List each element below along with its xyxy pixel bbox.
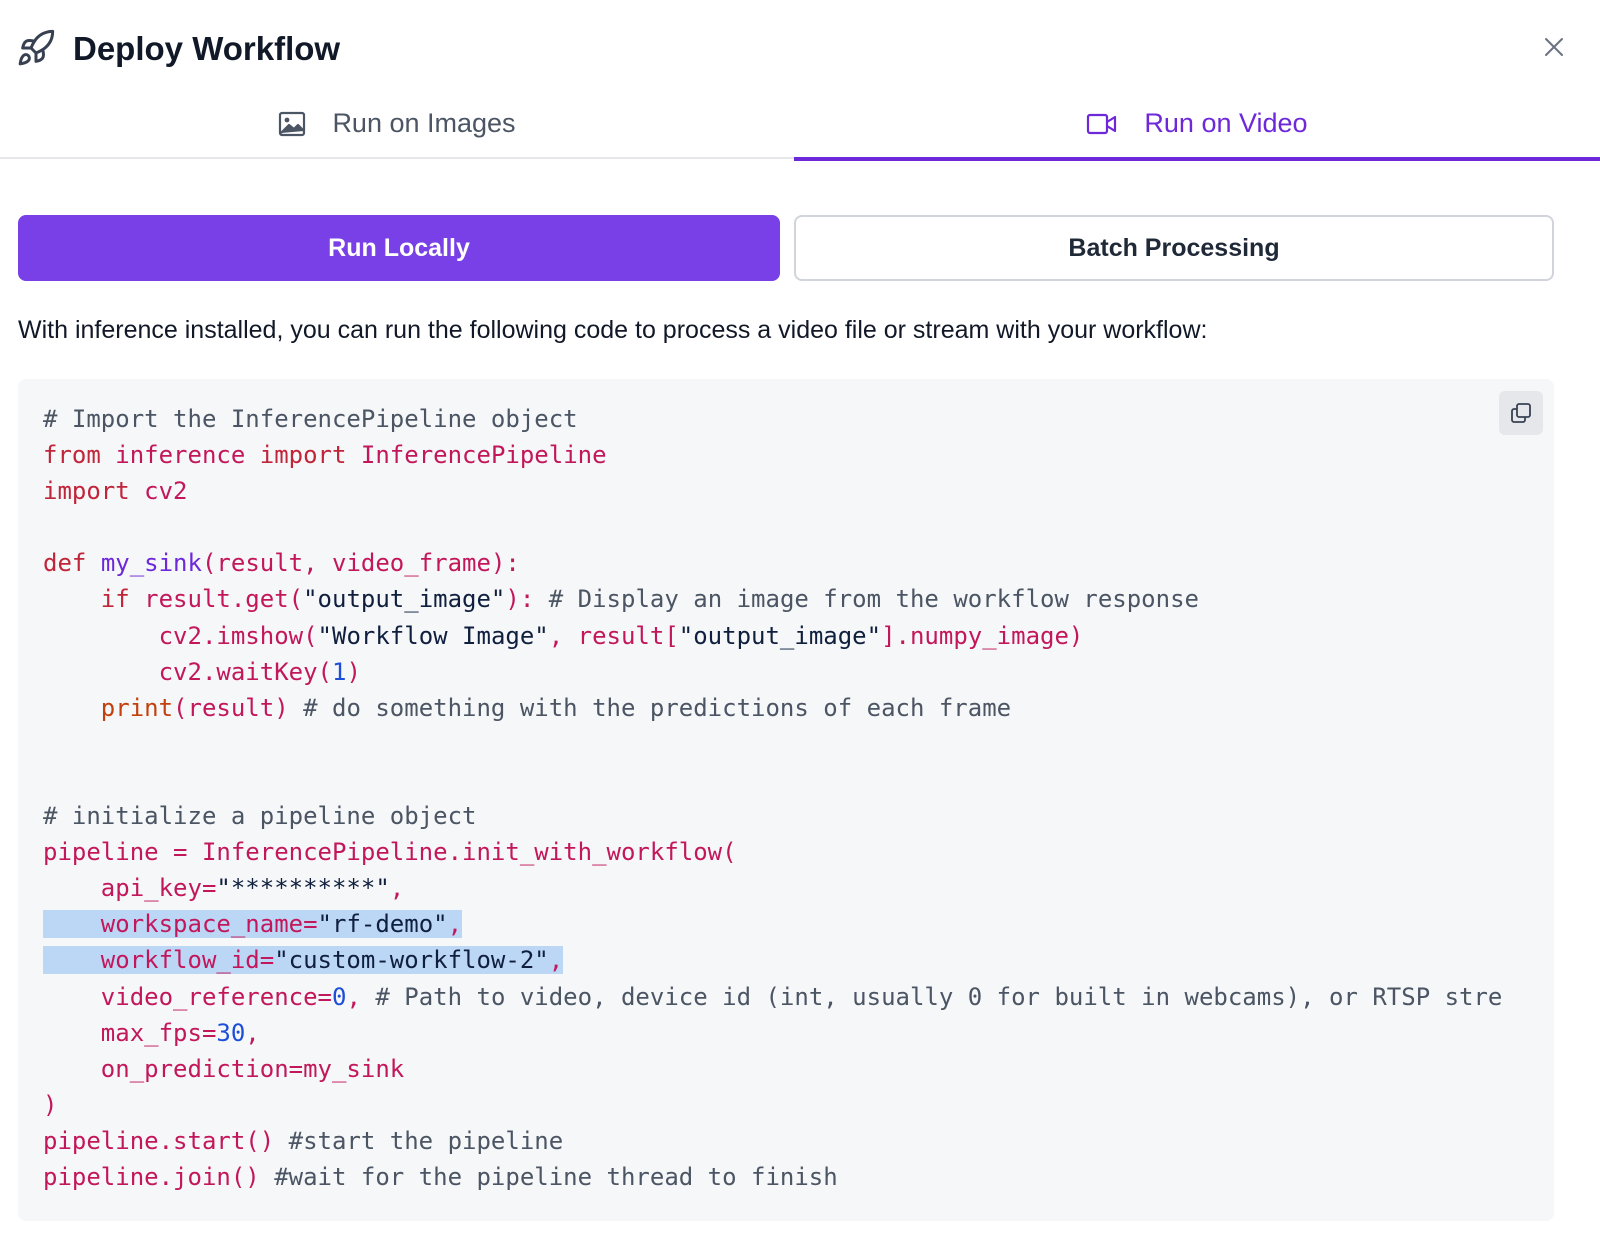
code-token: inference (100, 441, 260, 470)
code-token: "rf-demo" (317, 910, 448, 939)
code-token: workspace_name= (43, 910, 318, 939)
code-line: workspace_name="rf-demo", (43, 906, 1502, 942)
code-token: , (245, 1018, 260, 1047)
code-token: def (43, 549, 87, 578)
code-token: import (43, 477, 130, 506)
code-token: pipeline = InferencePipeline.init_with_w… (43, 838, 737, 867)
code-token: result.get( (129, 585, 304, 614)
close-icon (1545, 38, 1563, 56)
code-token: # initialize a pipeline object (43, 802, 477, 831)
code-token: "**********" (216, 874, 390, 903)
tab-bar: Run on Images Run on Video (0, 88, 1600, 161)
code-line: max_fps=30, (43, 1015, 1502, 1051)
code-token: 0 (331, 982, 347, 1011)
video-camera-icon (1086, 113, 1118, 135)
code-token: max_fps= (43, 1018, 217, 1047)
code-token: # Display an image from the workflow res… (548, 585, 1199, 614)
code-line: api_key="**********", (43, 870, 1502, 906)
code-token: pipeline.join() (43, 1162, 275, 1191)
code-content: # Import the InferencePipeline object fro… (43, 401, 1502, 1195)
image-icon (278, 111, 306, 137)
code-token: , (346, 982, 376, 1011)
code-token: 1 (331, 657, 347, 686)
code-token: "Workflow Image" (317, 621, 549, 650)
code-line: print(result) # do something with the pr… (43, 690, 1502, 726)
code-token: , (389, 874, 405, 903)
code-token: api_key= (43, 874, 217, 903)
code-token: (result, video_frame): (201, 549, 520, 578)
code-line: pipeline.start() #start the pipeline (43, 1123, 1502, 1159)
code-token: "custom-workflow-2" (274, 946, 549, 975)
rocket-icon (16, 28, 56, 68)
tab-run-on-video[interactable]: Run on Video (794, 88, 1600, 161)
code-token: #start the pipeline (288, 1126, 564, 1155)
code-token: my_sink (100, 549, 202, 578)
code-token: InferencePipeline (346, 441, 607, 470)
code-token: # Path to video, device id (int, usually… (375, 982, 1503, 1011)
code-token: , (447, 910, 463, 939)
code-token: (result) (173, 693, 304, 722)
run-locally-button[interactable]: Run Locally (18, 215, 780, 281)
code-line: workflow_id="custom-workflow-2", (43, 942, 1502, 978)
code-line: cv2.imshow("Workflow Image", result["out… (43, 618, 1502, 654)
code-token: , (548, 946, 564, 975)
code-block[interactable]: # Import the InferencePipeline object fro… (18, 379, 1554, 1221)
code-token: cv2.waitKey( (43, 657, 332, 686)
code-line: # Import the InferencePipeline object (43, 401, 1502, 437)
code-token: cv2 (129, 477, 188, 506)
tab-label: Run on Images (332, 108, 516, 138)
code-token: pipeline.start() (43, 1126, 289, 1155)
code-token: workflow_id= (43, 946, 275, 975)
dialog-header: Deploy Workflow (0, 0, 1600, 90)
dialog-title: Deploy Workflow (73, 30, 341, 67)
code-line: from inference import InferencePipeline (43, 437, 1502, 473)
code-line: # initialize a pipeline object (43, 798, 1502, 834)
code-token: import (259, 441, 347, 470)
code-token: "output_image" (303, 585, 506, 614)
code-token: cv2.imshow( (43, 621, 318, 650)
code-token: video_reference= (43, 982, 332, 1011)
code-token: ): (505, 585, 549, 614)
code-token: ) (43, 1090, 58, 1119)
tab-label: Run on Video (1144, 108, 1308, 138)
batch-processing-button[interactable]: Batch Processing (794, 215, 1554, 281)
code-line: video_reference=0, # Path to video, devi… (43, 979, 1503, 1015)
code-line: ) (43, 1087, 1502, 1123)
copy-icon (1511, 403, 1531, 423)
code-token: ) (346, 657, 361, 686)
close-button[interactable] (1537, 30, 1571, 64)
code-token: # Import the InferencePipeline object (43, 405, 578, 433)
code-token: on_prediction=my_sink (43, 1054, 405, 1083)
code-token: 30 (216, 1018, 246, 1047)
code-line: def my_sink(result, video_frame): (43, 545, 1502, 581)
code-token: from (43, 441, 101, 470)
code-line: if result.get("output_image"): # Display… (43, 581, 1502, 617)
code-line: pipeline.join() #wait for the pipeline t… (43, 1159, 1502, 1195)
code-token: ].numpy_image) (881, 621, 1084, 650)
code-line: pipeline = InferencePipeline.init_with_w… (43, 834, 1502, 870)
code-token: if (100, 585, 130, 614)
code-line: cv2.waitKey(1) (43, 654, 1502, 690)
code-token: # do something with the predictions of e… (303, 693, 1012, 722)
copy-button[interactable] (1499, 391, 1543, 435)
code-token: "output_image" (678, 621, 882, 650)
code-token: #wait for the pipeline thread to finish (274, 1162, 838, 1191)
code-token: , result[ (548, 621, 679, 650)
code-line: on_prediction=my_sink (43, 1051, 1502, 1087)
description-text: With inference installed, you can run th… (18, 316, 1208, 344)
tab-run-on-images[interactable]: Run on Images (0, 88, 794, 159)
code-token: print (100, 693, 174, 722)
code-line: import cv2 (43, 473, 1502, 509)
